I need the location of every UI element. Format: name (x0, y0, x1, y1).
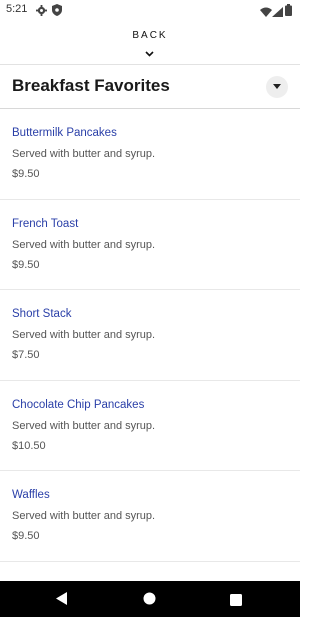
menu-item[interactable]: French Toast Served with butter and syru… (0, 200, 300, 290)
menu-item-list: Buttermilk Pancakes Served with butter a… (0, 109, 300, 581)
top-navigation: BACK (0, 20, 300, 64)
menu-item[interactable]: Chocolate Chip Pancakes Served with butt… (0, 381, 300, 471)
recents-square-icon[interactable] (230, 593, 242, 611)
status-time: 5:21 (6, 3, 28, 15)
menu-item[interactable]: Buttermilk Pancakes Served with butter a… (0, 109, 300, 200)
menu-item[interactable]: Waffles Served with butter and syrup. $9… (0, 471, 300, 562)
home-circle-icon[interactable] (143, 592, 156, 610)
menu-item-price: $9.50 (12, 258, 40, 271)
battery-icon (285, 3, 292, 21)
menu-item[interactable]: Short Stack Served with butter and syrup… (0, 290, 300, 381)
menu-item-name[interactable]: Chocolate Chip Pancakes (12, 399, 144, 411)
system-navigation-bar (0, 581, 300, 617)
caret-down-icon (273, 84, 281, 89)
category-title: Breakfast Favorites (12, 76, 170, 95)
menu-item-description: Served with butter and syrup. (12, 510, 156, 522)
menu-item-description: Served with butter and syrup. (12, 419, 156, 432)
menu-item-name[interactable]: Waffles (12, 489, 50, 501)
menu-item-description: Served with butter and syrup. (12, 329, 156, 341)
shield-icon (52, 3, 62, 21)
menu-item-name[interactable]: Short Stack (12, 308, 71, 320)
gear-icon (36, 3, 47, 21)
menu-item-name[interactable]: Buttermilk Pancakes (12, 127, 117, 139)
back-triangle-icon[interactable] (56, 592, 68, 610)
menu-item-price: $10.50 (12, 439, 46, 452)
back-button[interactable]: BACK (120, 30, 180, 57)
status-bar: 5:21 (0, 0, 300, 20)
menu-item-description: Served with butter and syrup. (12, 148, 156, 160)
menu-item-price: $9.50 (12, 168, 40, 180)
back-label: BACK (132, 30, 168, 41)
collapse-category-button[interactable] (266, 76, 288, 98)
category-header: Breakfast Favorites (0, 65, 300, 108)
menu-item-price: $7.50 (12, 349, 40, 361)
menu-item-price: $9.50 (12, 530, 40, 542)
menu-item-name[interactable]: French Toast (12, 218, 78, 230)
chevron-down-icon (145, 44, 154, 62)
menu-item-description: Served with butter and syrup. (12, 238, 156, 251)
